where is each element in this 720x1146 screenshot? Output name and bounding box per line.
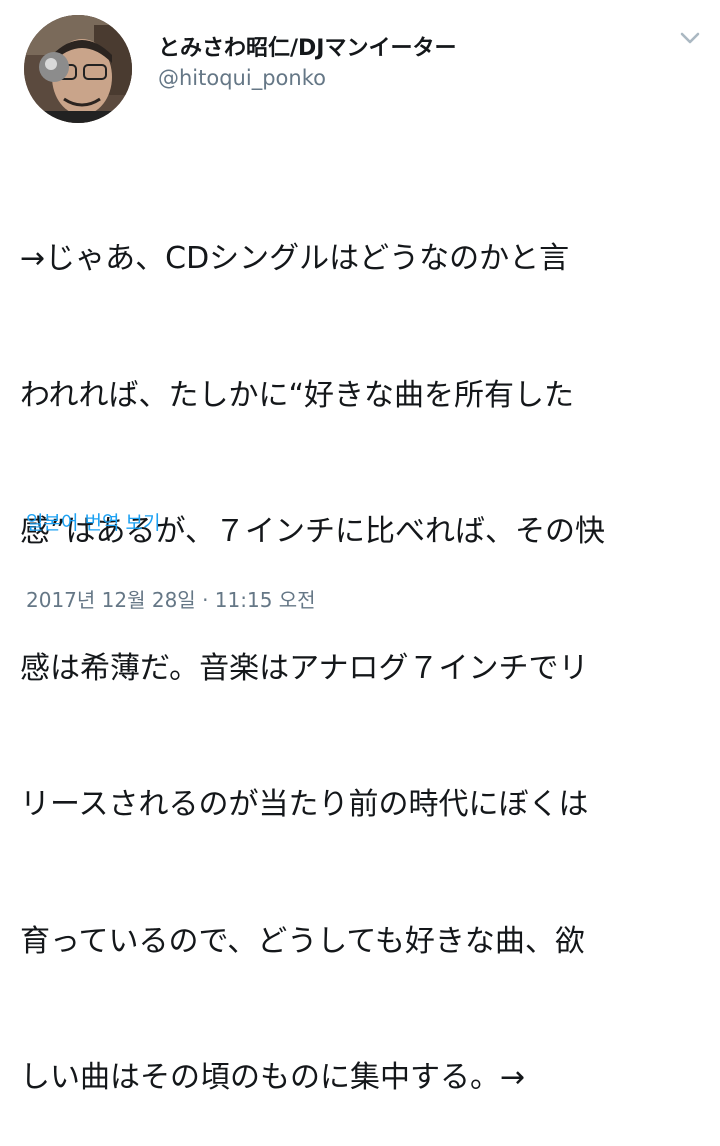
- tweet-text-line: リースされるのが当たり前の時代にぼくは: [20, 787, 589, 822]
- translate-link[interactable]: 일본어 번역 보기: [26, 508, 160, 535]
- handle[interactable]: @hitoqui_ponko: [158, 66, 326, 90]
- tweet-text-line: 感は希薄だ。音楽はアナログ７インチでリ: [20, 650, 589, 686]
- tweet-text-line: しい曲はその頃のものに集中する。→: [20, 1060, 526, 1095]
- tweet-text-line: →じゃあ、CDシングルはどうなのかと言: [20, 241, 570, 276]
- avatar-image: [24, 15, 132, 123]
- tweet-text-line: 育っているので、どうしても好きな曲、欲: [20, 923, 585, 959]
- avatar[interactable]: [24, 15, 132, 123]
- tweet-text-line: われれば、たしかに“好きな曲を所有した: [20, 377, 575, 413]
- tweet-text: →じゃあ、CDシングルはどうなのかと言 われれば、たしかに“好きな曲を所有した …: [20, 145, 710, 1146]
- timestamp[interactable]: 2017년 12월 28일 · 11:15 오전: [26, 584, 316, 613]
- display-name[interactable]: とみさわ昭仁/DJマンイーター: [158, 30, 456, 62]
- chevron-down-icon[interactable]: [676, 24, 704, 52]
